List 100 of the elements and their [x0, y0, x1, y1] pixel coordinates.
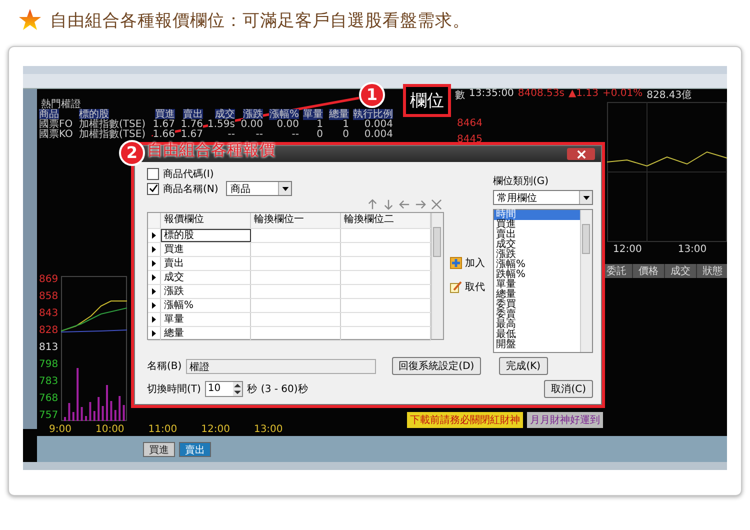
index-volume: 828.43億 [646, 88, 692, 102]
table-cell[interactable]: 單量 [161, 313, 251, 326]
column-header: 價格 [633, 264, 665, 278]
volume-bar [102, 406, 104, 421]
list-item[interactable]: 委買 [494, 300, 580, 310]
list-item[interactable]: 時間 [494, 210, 580, 220]
volume-bar [80, 407, 83, 421]
volume-bar [89, 402, 92, 421]
list-item[interactable]: 總量 [494, 290, 580, 300]
name-field[interactable]: 權證 [186, 358, 376, 374]
list-item[interactable]: 最低 [494, 330, 580, 340]
column-header: 商品 [39, 109, 59, 120]
table-cell: 0.00 [276, 119, 299, 130]
axis-label: 10:00 [95, 424, 124, 435]
arrow-right-icon[interactable] [415, 198, 426, 210]
delete-icon[interactable] [431, 198, 442, 210]
section-title: 熱門權證 [41, 98, 81, 110]
interval-spinner[interactable]: 10 [204, 381, 243, 397]
table-cell[interactable]: 漲跌 [161, 285, 251, 298]
column-header: 輪換欄位一 [251, 213, 341, 228]
column-header: 報價欄位 [161, 213, 251, 228]
column-header: 買進 [155, 109, 175, 120]
list-item[interactable]: 最高 [494, 320, 580, 330]
table-cell: 國票FO [39, 119, 73, 130]
list-item[interactable]: 成交 [494, 240, 580, 250]
step-number-badge: 1 [359, 82, 385, 108]
arrow-left-icon[interactable] [399, 198, 410, 210]
cancel-button[interactable]: 取消(C) [544, 380, 593, 398]
sell-button[interactable]: 賣出 [179, 442, 211, 456]
step-number-badge: 2 [119, 140, 145, 166]
list-item[interactable]: 漲跌 [494, 250, 580, 260]
table-cell[interactable]: 漲幅% [161, 299, 251, 312]
list-item[interactable]: 開盤 [494, 340, 580, 350]
column-header: 漲跌 [243, 109, 263, 120]
caret-icon [282, 186, 289, 190]
axis-label: 12:00 [613, 244, 642, 255]
axis-label: 8445 [457, 134, 482, 145]
checkbox[interactable] [147, 168, 159, 180]
done-button[interactable]: 完成(K) [499, 357, 548, 375]
column-header: 成交 [665, 264, 697, 278]
list-item[interactable]: 漲幅% [494, 260, 580, 270]
table-cell[interactable]: 成交 [161, 271, 251, 284]
replace-button[interactable]: 取代 [450, 280, 487, 294]
name-label: 名稱(B) [147, 360, 182, 373]
scrollbar[interactable] [431, 213, 443, 339]
arrow-up-icon[interactable] [367, 198, 378, 210]
promo-banner[interactable]: 下載前請務必關閉紅財神 [407, 412, 523, 428]
category-dropdown[interactable]: 常用欄位 [493, 190, 593, 205]
table-cell: 0 [342, 129, 349, 140]
table-cell[interactable]: 賣出 [161, 257, 251, 270]
table-cell[interactable]: 買進 [161, 243, 251, 256]
volume-bar [98, 397, 100, 421]
column-header: 賣出 [183, 109, 203, 120]
list-item[interactable]: 委賣 [494, 310, 580, 320]
checkbox-label: 商品名稱(N) [163, 182, 218, 196]
close-button[interactable] [567, 148, 595, 160]
caret-icon [582, 196, 590, 200]
axis-label: 798 [39, 359, 58, 371]
callout-label: 欄位 [403, 84, 451, 117]
range-label: (3 - 60)秒 [260, 382, 308, 396]
plus-icon [450, 256, 462, 268]
table-cell: 1 [316, 119, 323, 130]
promo-banner[interactable]: 月月財神好運到 [527, 412, 603, 428]
column-header: 單量 [303, 109, 323, 120]
checkbox-label: 商品代碼(I) [163, 168, 214, 180]
list-item[interactable]: 跌幅% [494, 270, 580, 280]
volume-bar [76, 368, 79, 421]
pencil-note-icon [450, 280, 462, 292]
spin-arrows-icon [234, 383, 241, 395]
index-time: 13:35:00 [469, 88, 514, 101]
table-cell[interactable]: 總量 [161, 327, 251, 340]
volume-bar [68, 403, 70, 421]
table-cell: 0.004 [364, 129, 393, 140]
scrollbar[interactable] [580, 210, 592, 352]
table-cell: 0.00 [240, 119, 263, 130]
add-button[interactable]: 加入 [450, 256, 487, 270]
table-cell: 1.67 [152, 119, 175, 130]
callout-label: 自由組合各種報價 [147, 140, 275, 161]
index-label: 數 [455, 89, 465, 102]
table-cell[interactable]: 標的股 [161, 229, 251, 242]
column-header: 總量 [329, 109, 349, 120]
table-cell: 1.76 [180, 119, 203, 130]
table-cell: 1.67 [180, 129, 203, 140]
list-item[interactable]: 買進 [494, 220, 580, 230]
restore-defaults-button[interactable]: 回復系統設定(D) [392, 357, 482, 375]
name-dropdown[interactable]: 商品 [226, 181, 292, 196]
axis-label: 768 [39, 393, 58, 405]
axis-label: 813 [39, 342, 58, 354]
list-item[interactable]: 單量 [494, 280, 580, 290]
checkbox[interactable] [147, 182, 159, 194]
list-item[interactable]: 賣出 [494, 230, 580, 240]
axis-label: 9:00 [49, 424, 72, 435]
axis-label: 13:00 [254, 424, 283, 435]
index-percent: +0.01% [602, 88, 643, 101]
star-icon [18, 8, 42, 32]
unit-label: 秒 [246, 382, 257, 396]
buy-button[interactable]: 買進 [143, 442, 175, 456]
arrow-down-icon[interactable] [383, 198, 394, 210]
column-header: 成交 [215, 109, 235, 120]
table-cell: 1.59s [208, 119, 235, 130]
